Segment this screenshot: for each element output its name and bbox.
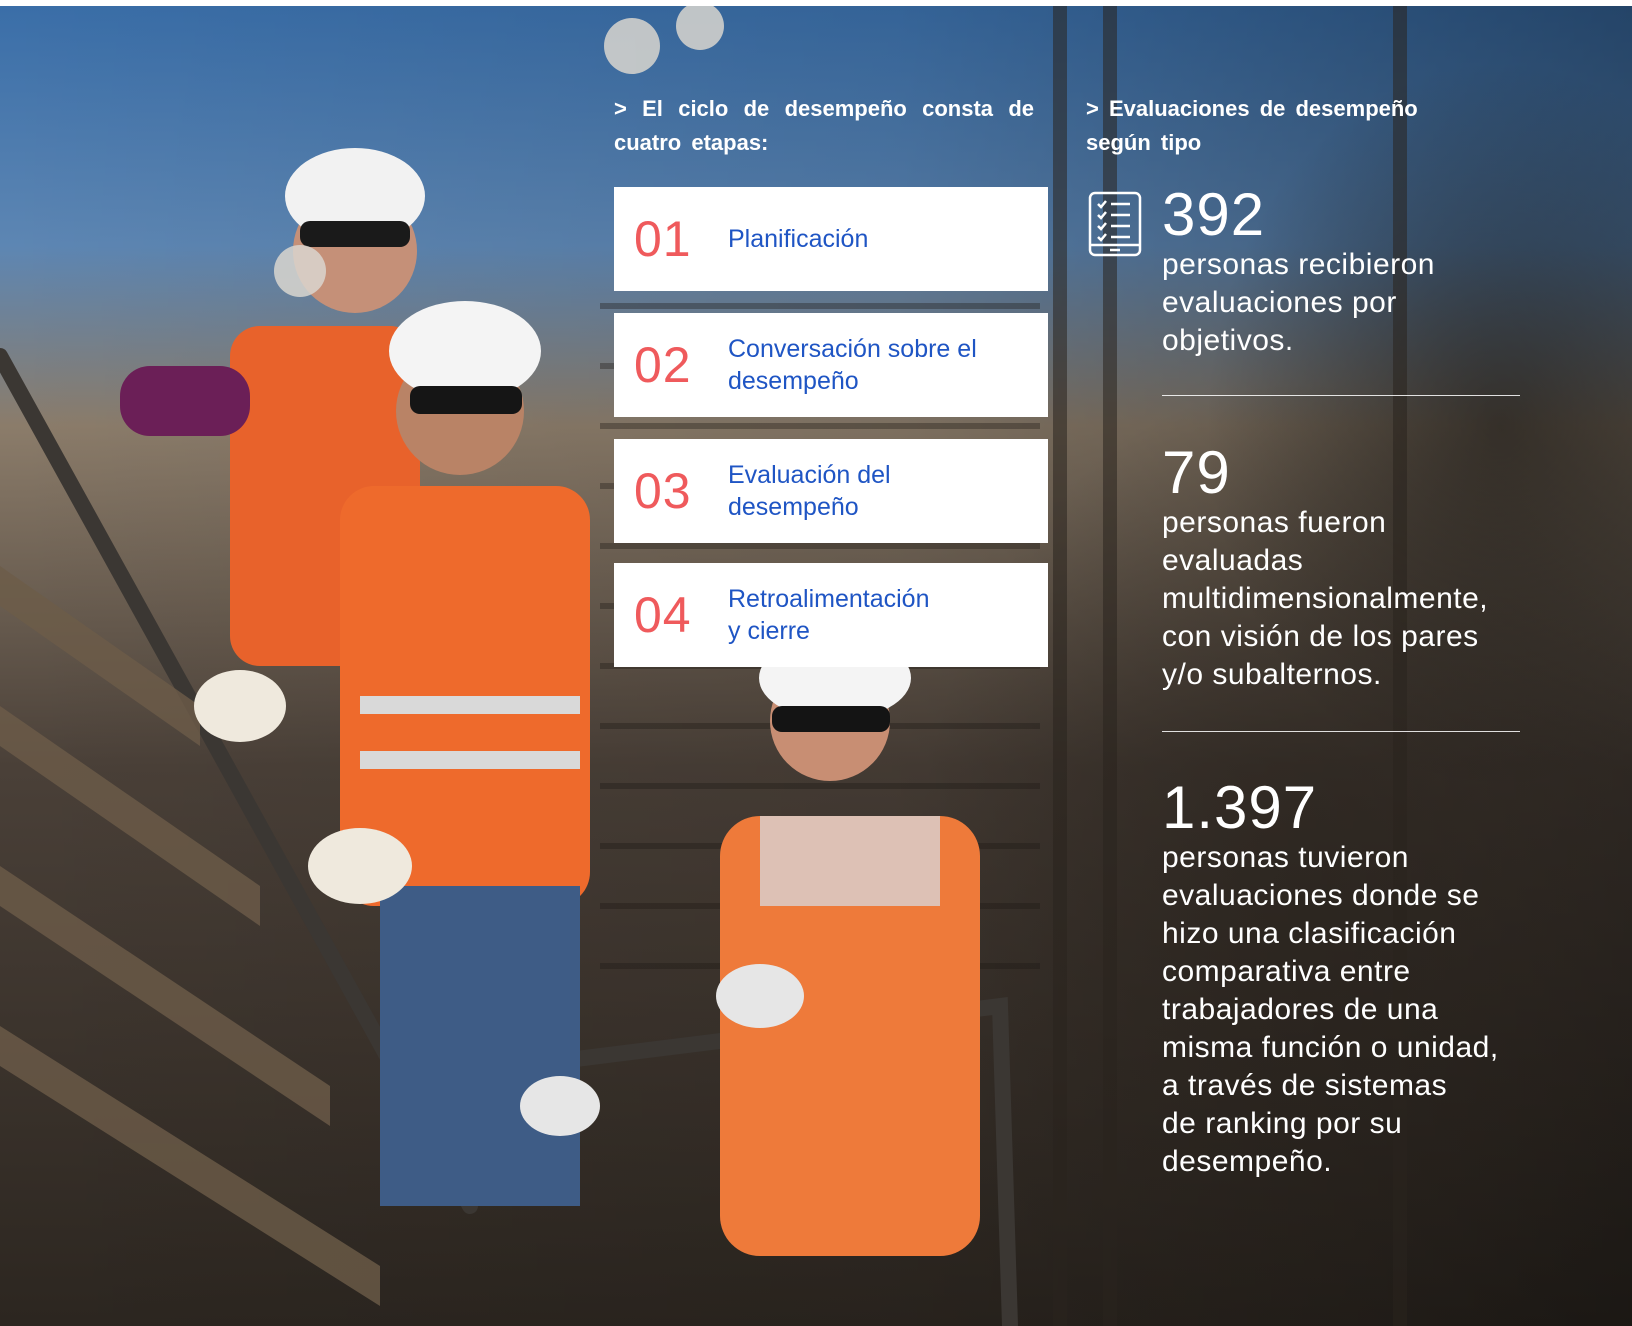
stat-value: 79 <box>1162 439 1231 506</box>
stage-number: 01 <box>634 211 692 267</box>
report-page: > El ciclo de desempeño consta de cuatro… <box>0 6 1632 1326</box>
stat-divider <box>1162 395 1520 396</box>
stat-description: personas tuvieron evaluaciones donde se … <box>1162 841 1499 1178</box>
stage-number: 04 <box>634 587 692 643</box>
cycle-heading: > El ciclo de desempeño consta de cuatro… <box>614 96 1034 155</box>
stat-value: 1.397 <box>1162 774 1318 841</box>
stage-card-evaluacion: 03 Evaluación del desempeño <box>614 439 1048 543</box>
stat-value: 392 <box>1162 181 1266 248</box>
stage-label: Planificación <box>728 225 869 253</box>
stage-label: Evaluación del desempeño <box>728 461 891 521</box>
stat-objetivos: 392 personas recibieron evaluaciones por… <box>1162 184 1532 360</box>
checklist-tablet-icon <box>1086 190 1144 260</box>
stat-description: personas recibieron evaluaciones por obj… <box>1162 248 1435 357</box>
stage-number: 03 <box>634 463 692 519</box>
stat-divider <box>1162 731 1520 732</box>
stage-card-planificacion: 01 Planificación <box>614 187 1048 291</box>
stat-ranking: 1.397 personas tuvieron evaluaciones don… <box>1162 777 1532 1181</box>
stage-card-retroalimentacion: 04 Retroalimentación y cierre <box>614 563 1048 667</box>
evaluations-heading: > Evaluaciones de desempeño según tipo <box>1086 96 1418 155</box>
stage-number: 02 <box>634 337 692 393</box>
stage-label: Conversación sobre el desempeño <box>728 335 977 395</box>
stat-description: personas fueron evaluadas multidimension… <box>1162 506 1489 691</box>
stage-card-conversacion: 02 Conversación sobre el desempeño <box>614 313 1048 417</box>
stage-label: Retroalimentación y cierre <box>728 585 930 645</box>
stat-multidimensional: 79 personas fueron evaluadas multidimens… <box>1162 442 1532 694</box>
